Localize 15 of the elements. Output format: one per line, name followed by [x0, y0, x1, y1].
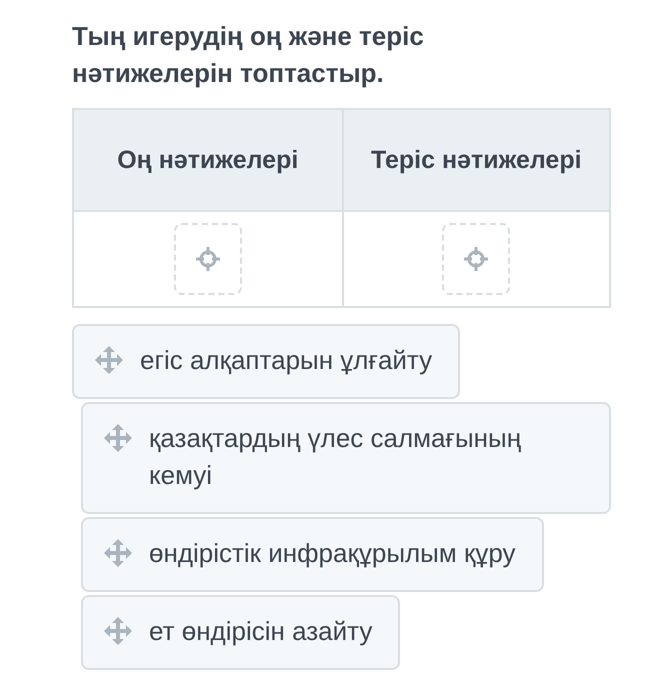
move-icon	[103, 538, 133, 568]
draggable-answer[interactable]: өндірістік инфрақұрылым құру	[81, 517, 544, 592]
question-text: Тың игерудің оң және теріс нәтижелерін топтастыр.	[72, 20, 425, 90]
column-header: Теріс нәтижелері	[342, 110, 609, 212]
draggable-answer[interactable]: қазақтардың үлес салмағының кемуі	[81, 402, 611, 514]
column-header: Оң нәтижелері	[74, 110, 342, 212]
drop-zone[interactable]	[442, 223, 510, 295]
crosshair-icon	[463, 246, 490, 272]
draggable-answer[interactable]: ет өндірісін азайту	[81, 595, 400, 670]
crosshair-icon	[194, 246, 221, 272]
move-icon	[103, 423, 133, 453]
drop-zone[interactable]	[174, 223, 242, 295]
move-icon	[103, 616, 133, 646]
draggable-answer[interactable]: егіс алқаптарын ұлғайту	[72, 324, 460, 399]
move-icon	[94, 345, 124, 375]
